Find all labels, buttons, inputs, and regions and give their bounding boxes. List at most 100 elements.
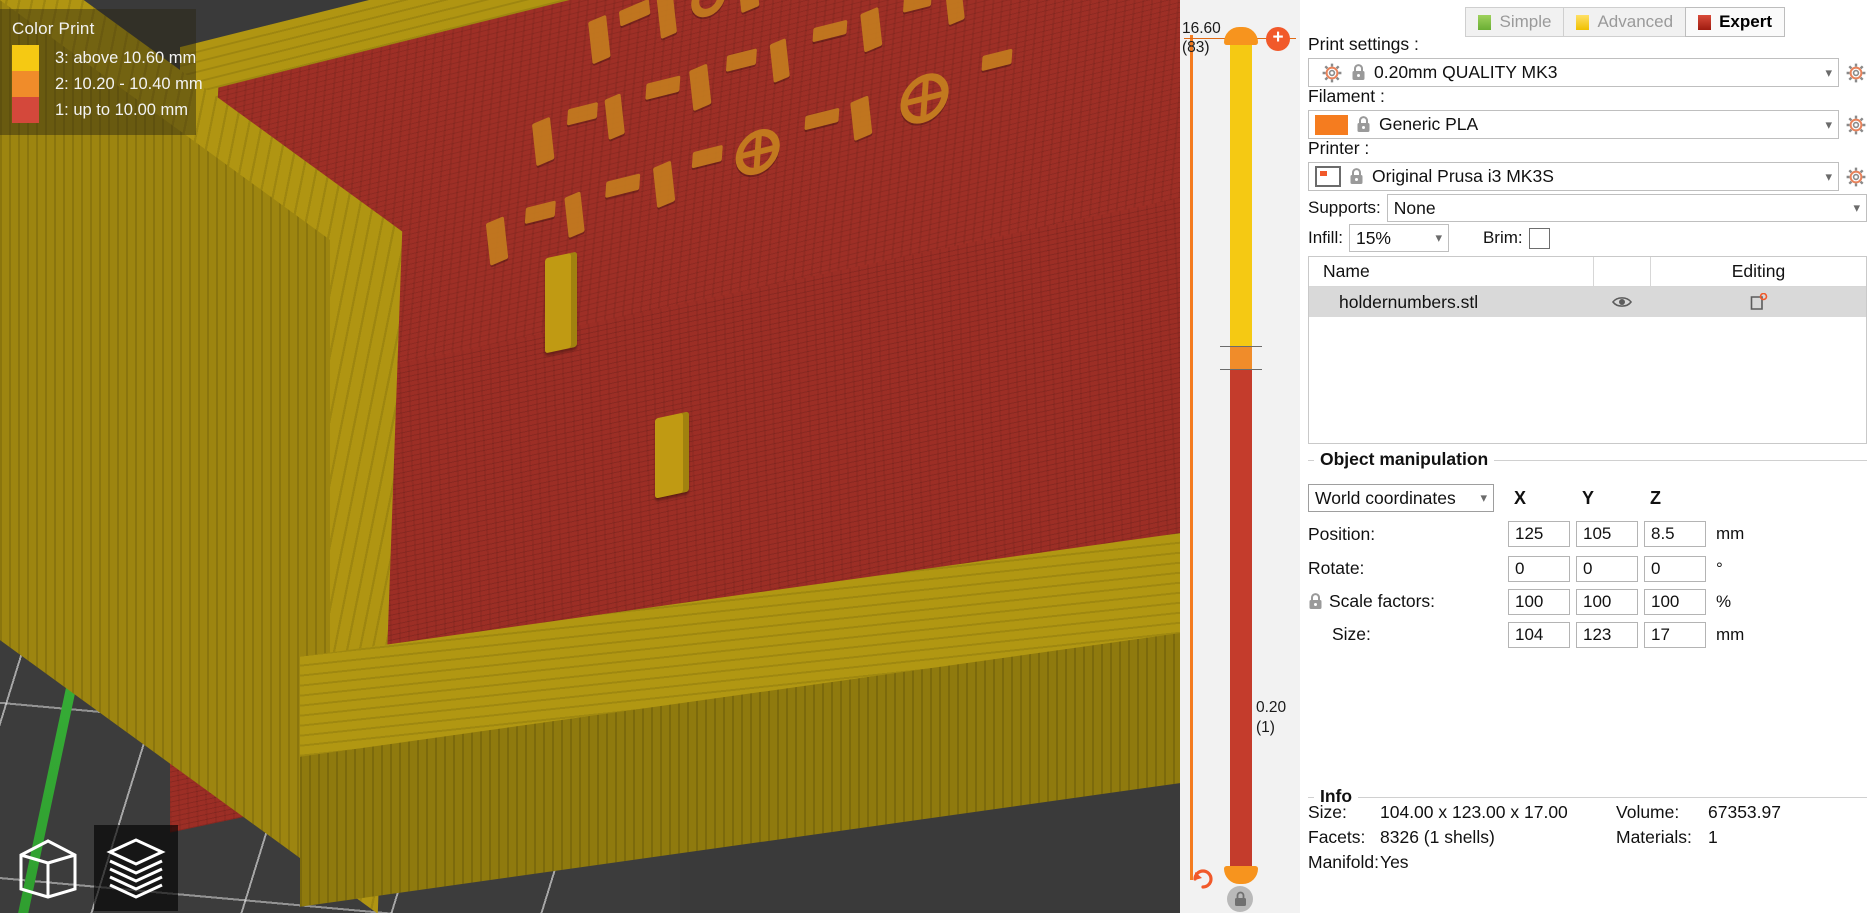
info-fields: Size: 104.00 x 123.00 x 17.00 Volume: 67… (1308, 800, 1867, 875)
axis-header-x: X (1514, 487, 1527, 508)
edit-layers-icon[interactable] (1651, 293, 1866, 311)
slider-band-mark-top (1220, 346, 1262, 347)
table-row[interactable]: holdernumbers.stl (1309, 287, 1866, 317)
tab-advanced[interactable]: Advanced (1563, 7, 1687, 37)
filament-value: Generic PLA (1379, 114, 1479, 134)
tab-simple[interactable]: Simple (1465, 7, 1565, 37)
info-manifold-label: Manifold: (1308, 852, 1380, 872)
scale-unit: % (1716, 591, 1732, 611)
chevron-down-icon: ▾ (1853, 200, 1860, 215)
rotate-unit: ° (1716, 558, 1723, 578)
cog-icon (1322, 63, 1342, 82)
add-color-change-button[interactable]: + (1266, 27, 1290, 51)
supports-select[interactable]: None ▾ (1386, 194, 1867, 222)
size-label: Size: (1332, 624, 1371, 644)
object-manipulation-group: Object manipulation (1308, 449, 1867, 470)
padlock-icon[interactable] (1227, 886, 1253, 912)
legend-swatch-3 (12, 45, 39, 71)
filament-select[interactable]: Generic PLA ▾ (1308, 110, 1839, 139)
filament-edit-cog-icon[interactable] (1845, 114, 1867, 136)
printer-label: Printer : (1308, 138, 1370, 158)
view-mode-buttons[interactable] (6, 825, 178, 911)
printer-select[interactable]: Original Prusa i3 MK3S ▾ (1308, 162, 1839, 191)
slider-center-line (1190, 35, 1193, 880)
expert-swatch-icon (1698, 14, 1712, 30)
size-x-input[interactable]: 104 (1508, 621, 1570, 648)
rotate-y-input[interactable]: 0 (1576, 555, 1638, 582)
revert-arrow-icon[interactable] (1190, 866, 1218, 894)
column-header-editing: Editing (1731, 261, 1786, 281)
object-peg-1 (545, 251, 577, 354)
tab-advanced-label: Advanced (1597, 12, 1674, 31)
legend-label-1: 1: up to 10.00 mm (55, 100, 188, 119)
legend-item[interactable]: 2: 10.20 - 10.40 mm (12, 71, 203, 97)
brim-checkbox[interactable] (1528, 227, 1550, 249)
lock-icon (1351, 64, 1366, 81)
layer-slider[interactable]: 16.60 (83) 0.20 (1) + (1180, 0, 1300, 913)
info-size-value: 104.00 x 123.00 x 17.00 (1380, 802, 1568, 822)
chevron-down-icon: ▾ (1825, 116, 1832, 132)
coordinate-system-select[interactable]: World coordinates ▾ (1308, 484, 1494, 512)
infill-label: Infill: (1308, 228, 1343, 247)
legend-item[interactable]: 3: above 10.60 mm (12, 45, 196, 71)
info-facets-label: Facets: (1308, 827, 1366, 847)
info-size-label: Size: (1308, 802, 1347, 822)
tab-simple-label: Simple (1499, 12, 1552, 31)
print-settings-value: 0.20mm QUALITY MK3 (1374, 62, 1558, 82)
lock-icon (1349, 168, 1364, 185)
lock-icon (1356, 116, 1371, 133)
axis-header-z: Z (1650, 487, 1661, 508)
size-y-input[interactable]: 123 (1576, 621, 1638, 648)
legend-item[interactable]: 1: up to 10.00 mm (12, 97, 188, 123)
print-settings-select[interactable]: 0.20mm QUALITY MK3 ▾ (1308, 58, 1839, 87)
slider-segment-low (1230, 369, 1252, 880)
position-y-input[interactable]: 105 (1576, 521, 1638, 547)
scale-x-input[interactable]: 100 (1508, 588, 1570, 615)
rotate-z-input[interactable]: 0 (1644, 555, 1706, 582)
chevron-down-icon: ▾ (1435, 230, 1442, 245)
preview-view-button[interactable] (94, 825, 178, 911)
tab-expert[interactable]: Expert (1685, 7, 1785, 37)
infill-select[interactable]: 15% ▾ (1348, 224, 1449, 252)
object-manipulation-title: Object manipulation (1314, 449, 1495, 470)
settings-panel: Simple Advanced Expert Print settings : (1300, 0, 1875, 913)
info-facets-value: 8326 (1 shells) (1380, 827, 1495, 847)
scale-y-input[interactable]: 100 (1576, 588, 1638, 615)
3d-editor-view-button[interactable] (6, 825, 90, 911)
slider-upper-thumb[interactable] (1224, 27, 1258, 45)
info-manifold-value: Yes (1380, 852, 1409, 872)
printer-edit-cog-icon[interactable] (1845, 166, 1867, 188)
eye-icon[interactable] (1593, 295, 1651, 309)
object-list[interactable]: Name Editing holdernumbers.stl (1308, 256, 1867, 444)
chevron-down-icon: ▾ (1825, 168, 1832, 184)
filament-color-swatch (1315, 114, 1348, 135)
size-unit: mm (1716, 624, 1745, 644)
position-x-input[interactable]: 125 (1508, 521, 1570, 547)
position-label: Position: (1308, 523, 1376, 544)
info-materials-value: 1 (1708, 827, 1718, 847)
slider-segment-high (1230, 35, 1252, 347)
legend-label-2: 2: 10.20 - 10.40 mm (55, 74, 203, 93)
size-z-input[interactable]: 17 (1644, 621, 1706, 648)
scale-z-input[interactable]: 100 (1644, 588, 1706, 615)
legend-title: Color Print (12, 19, 95, 38)
print-settings-edit-cog-icon[interactable] (1845, 62, 1867, 84)
mode-tabs[interactable]: Simple Advanced Expert (1465, 7, 1785, 37)
color-print-legend: Color Print 3: above 10.60 mm 2: 10.20 -… (0, 9, 203, 135)
slider-bottom-layer: (1) (1256, 719, 1275, 736)
rotate-x-input[interactable]: 0 (1508, 555, 1570, 582)
cube-icon (19, 839, 77, 899)
infill-value: 15% (1355, 227, 1391, 248)
tab-expert-label: Expert (1719, 12, 1772, 31)
uniform-scale-lock-icon[interactable] (1308, 593, 1323, 610)
legend-swatch-2 (12, 71, 39, 97)
info-volume-value: 67353.97 (1708, 802, 1781, 822)
print-settings-label: Print settings : (1308, 34, 1419, 54)
3d-viewport[interactable]: Color Print 3: above 10.60 mm 2: 10.20 -… (0, 0, 1180, 913)
position-z-input[interactable]: 8.5 (1644, 521, 1706, 547)
slider-lower-thumb[interactable] (1224, 866, 1258, 884)
printer-icon (1315, 166, 1341, 187)
object-list-header: Name Editing (1309, 256, 1866, 287)
slider-top-value: 16.60 (1182, 20, 1221, 37)
slider-band-mark-bottom (1220, 369, 1262, 370)
